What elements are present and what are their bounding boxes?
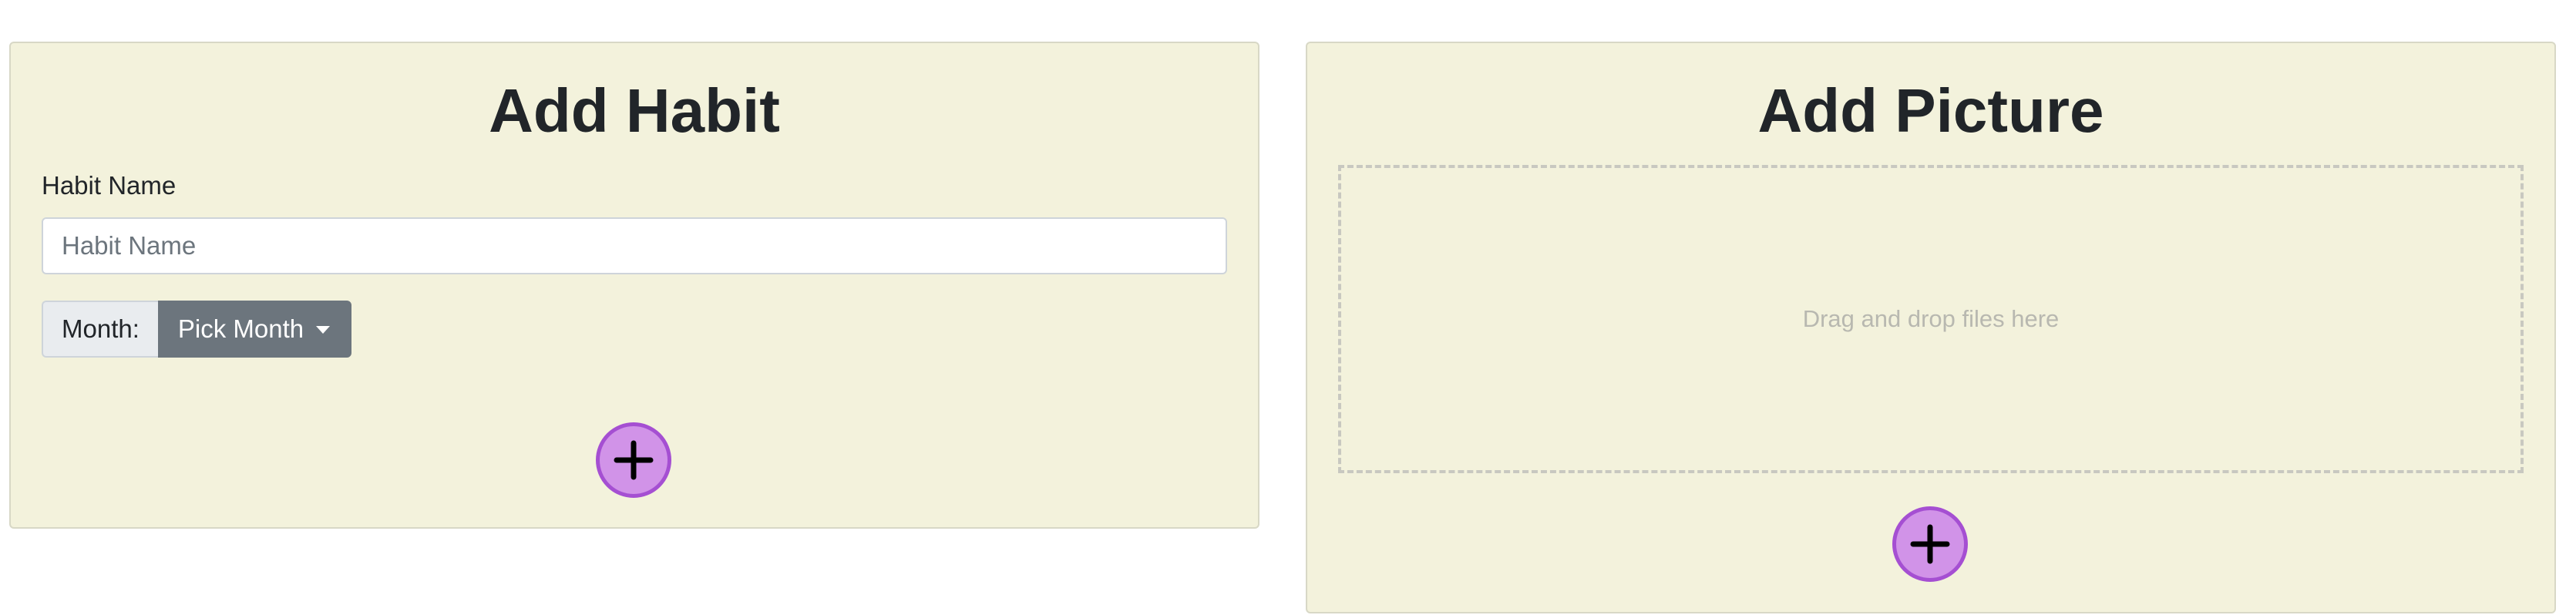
add-picture-button[interactable] <box>1892 506 1968 582</box>
add-habit-button[interactable] <box>596 422 671 498</box>
add-picture-card: Add Picture Drag and drop files here <box>1306 42 2556 613</box>
habit-name-input[interactable] <box>42 217 1227 274</box>
month-label: Month: <box>42 301 158 358</box>
habit-name-label: Habit Name <box>42 171 177 200</box>
add-habit-title: Add Habit <box>489 76 780 145</box>
add-habit-card: Add Habit Habit Name Month: Pick Month <box>9 42 1259 529</box>
caret-down-icon <box>316 326 331 334</box>
dropzone-text: Drag and drop files here <box>1802 305 2060 332</box>
pick-month-dropdown-button[interactable]: Pick Month <box>157 301 352 358</box>
file-dropzone[interactable]: Drag and drop files here <box>1338 165 2524 473</box>
add-picture-title: Add Picture <box>1757 76 2104 145</box>
plus-icon <box>614 440 654 480</box>
month-input-group: Month: Pick Month <box>42 301 352 358</box>
pick-month-label: Pick Month <box>177 314 304 343</box>
plus-icon <box>1910 524 1950 564</box>
